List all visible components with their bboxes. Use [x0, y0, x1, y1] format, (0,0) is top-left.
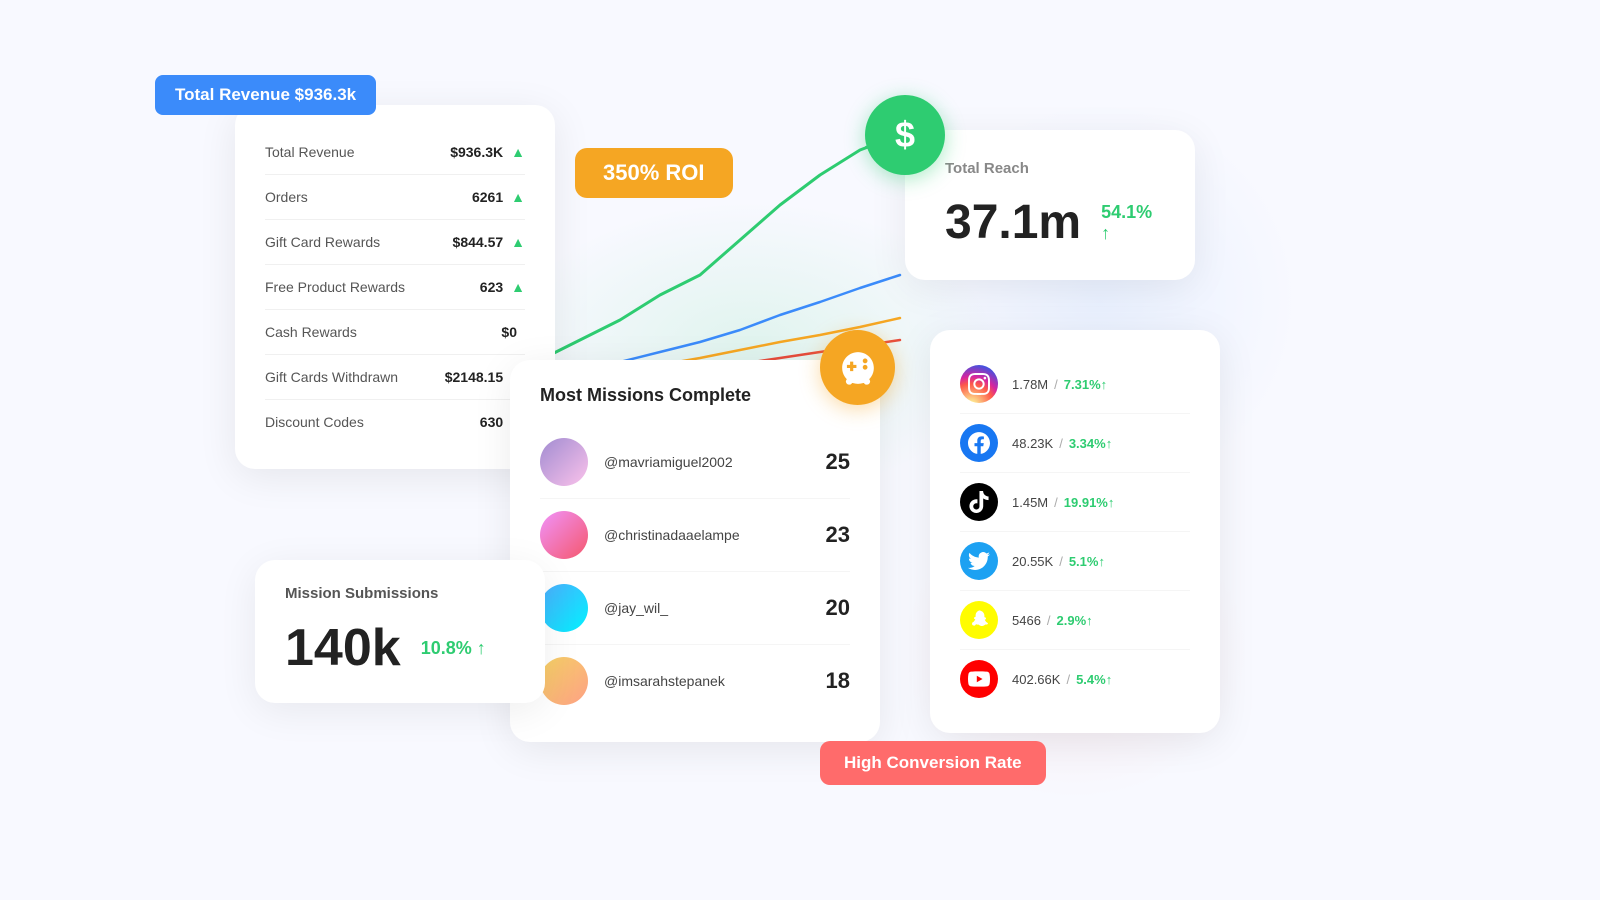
- social-row-twitter: 20.55K / 5.1%↑: [960, 532, 1190, 591]
- social-value: 1.78M: [1012, 377, 1048, 392]
- social-stats: 1.78M / 7.31%↑: [1012, 377, 1107, 392]
- social-row-tiktok: 1.45M / 19.91%↑: [960, 473, 1190, 532]
- social-card: 1.78M / 7.31%↑ 48.23K / 3.34%↑ 1.45M / 1…: [930, 330, 1220, 733]
- mission-username: @imsarahstepanek: [604, 673, 826, 689]
- mission-avatar: [540, 438, 588, 486]
- mission-sub-title: Mission Submissions: [285, 585, 515, 602]
- social-divider: /: [1054, 495, 1058, 510]
- instagram-icon: [960, 365, 998, 403]
- stats-label: Orders: [265, 189, 472, 205]
- dollar-circle-icon: $: [865, 95, 945, 175]
- mission-count: 23: [826, 522, 850, 548]
- stats-label: Gift Card Rewards: [265, 234, 453, 250]
- facebook-icon: [960, 424, 998, 462]
- stats-row: Cash Rewards $0: [265, 310, 525, 355]
- stats-label: Free Product Rewards: [265, 279, 480, 295]
- stats-value: $0: [501, 324, 517, 340]
- social-divider: /: [1054, 377, 1058, 392]
- social-stats: 48.23K / 3.34%↑: [1012, 436, 1112, 451]
- arrow-up-icon: ▲: [511, 279, 525, 295]
- social-pct: 3.34%↑: [1069, 436, 1112, 451]
- mission-avatar: [540, 584, 588, 632]
- stats-label: Cash Rewards: [265, 324, 501, 340]
- social-value: 402.66K: [1012, 672, 1060, 687]
- social-pct: 2.9%↑: [1057, 613, 1093, 628]
- social-row-instagram: 1.78M / 7.31%↑: [960, 355, 1190, 414]
- conversion-badge: High Conversion Rate: [820, 741, 1046, 785]
- social-pct: 7.31%↑: [1064, 377, 1107, 392]
- social-value: 20.55K: [1012, 554, 1053, 569]
- social-row-snapchat: 5466 / 2.9%↑: [960, 591, 1190, 650]
- stats-row: Orders 6261 ▲: [265, 175, 525, 220]
- mission-username: @christinadaaelampe: [604, 527, 826, 543]
- social-divider: /: [1059, 554, 1063, 569]
- stats-row: Free Product Rewards 623 ▲: [265, 265, 525, 310]
- mission-username: @jay_wil_: [604, 600, 826, 616]
- stats-label: Discount Codes: [265, 414, 480, 430]
- mission-row: @christinadaaelampe 23: [540, 499, 850, 572]
- mission-row: @imsarahstepanek 18: [540, 645, 850, 717]
- stats-row: Discount Codes 630 ▲: [265, 400, 525, 444]
- total-revenue-badge: Total Revenue $936.3k: [155, 75, 376, 115]
- mission-row: @jay_wil_ 20: [540, 572, 850, 645]
- social-stats: 1.45M / 19.91%↑: [1012, 495, 1114, 510]
- stats-label: Total Revenue: [265, 144, 450, 160]
- stats-label: Gift Cards Withdrawn: [265, 369, 445, 385]
- social-pct: 5.1%↑: [1069, 554, 1105, 569]
- stats-value: 6261: [472, 189, 503, 205]
- arrow-up-icon: ▲: [511, 234, 525, 250]
- stats-value: $936.3K: [450, 144, 503, 160]
- stats-row: Total Revenue $936.3K ▲: [265, 130, 525, 175]
- arrow-up-icon: ▲: [511, 144, 525, 160]
- mission-count: 25: [826, 449, 850, 475]
- reach-pct: 54.1% ↑: [1101, 202, 1155, 244]
- missions-card: Most Missions Complete @mavriamiguel2002…: [510, 360, 880, 742]
- roi-badge: 350% ROI: [575, 148, 733, 198]
- social-value: 1.45M: [1012, 495, 1048, 510]
- reach-card: Total Reach 37.1m 54.1% ↑: [905, 130, 1195, 280]
- dollar-symbol: $: [895, 114, 915, 156]
- mission-avatar: [540, 511, 588, 559]
- mission-sub-value: 140k: [285, 618, 401, 678]
- missions-title: Most Missions Complete: [540, 385, 850, 406]
- mission-submissions-card: Mission Submissions 140k 10.8% ↑: [255, 560, 545, 703]
- stats-value: $2148.15: [445, 369, 503, 385]
- stats-card: Total Revenue $936.3K ▲ Orders 6261 ▲ Gi…: [235, 105, 555, 469]
- social-value: 5466: [1012, 613, 1041, 628]
- snapchat-icon: [960, 601, 998, 639]
- reach-value: 37.1m: [945, 195, 1081, 250]
- mission-avatar: [540, 657, 588, 705]
- mission-row: @mavriamiguel2002 25: [540, 426, 850, 499]
- twitter-icon: [960, 542, 998, 580]
- social-row-facebook: 48.23K / 3.34%↑: [960, 414, 1190, 473]
- tiktok-icon: [960, 483, 998, 521]
- social-stats: 5466 / 2.9%↑: [1012, 613, 1093, 628]
- mission-username: @mavriamiguel2002: [604, 454, 826, 470]
- social-stats: 20.55K / 5.1%↑: [1012, 554, 1105, 569]
- arrow-up-icon: ▲: [511, 189, 525, 205]
- stats-value: 623: [480, 279, 503, 295]
- mission-count: 20: [826, 595, 850, 621]
- social-pct: 19.91%↑: [1064, 495, 1115, 510]
- social-row-youtube: 402.66K / 5.4%↑: [960, 650, 1190, 708]
- mission-sub-pct: 10.8% ↑: [421, 638, 486, 659]
- social-divider: /: [1047, 613, 1051, 628]
- game-controller-circle: [820, 330, 895, 405]
- stats-value: $844.57: [453, 234, 504, 250]
- social-divider: /: [1059, 436, 1063, 451]
- stats-row: Gift Cards Withdrawn $2148.15 ▲: [265, 355, 525, 400]
- social-stats: 402.66K / 5.4%↑: [1012, 672, 1112, 687]
- youtube-icon: [960, 660, 998, 698]
- social-divider: /: [1066, 672, 1070, 687]
- stats-row: Gift Card Rewards $844.57 ▲: [265, 220, 525, 265]
- stats-value: 630: [480, 414, 503, 430]
- social-value: 48.23K: [1012, 436, 1053, 451]
- social-pct: 5.4%↑: [1076, 672, 1112, 687]
- reach-title: Total Reach: [945, 160, 1155, 177]
- mission-count: 18: [826, 668, 850, 694]
